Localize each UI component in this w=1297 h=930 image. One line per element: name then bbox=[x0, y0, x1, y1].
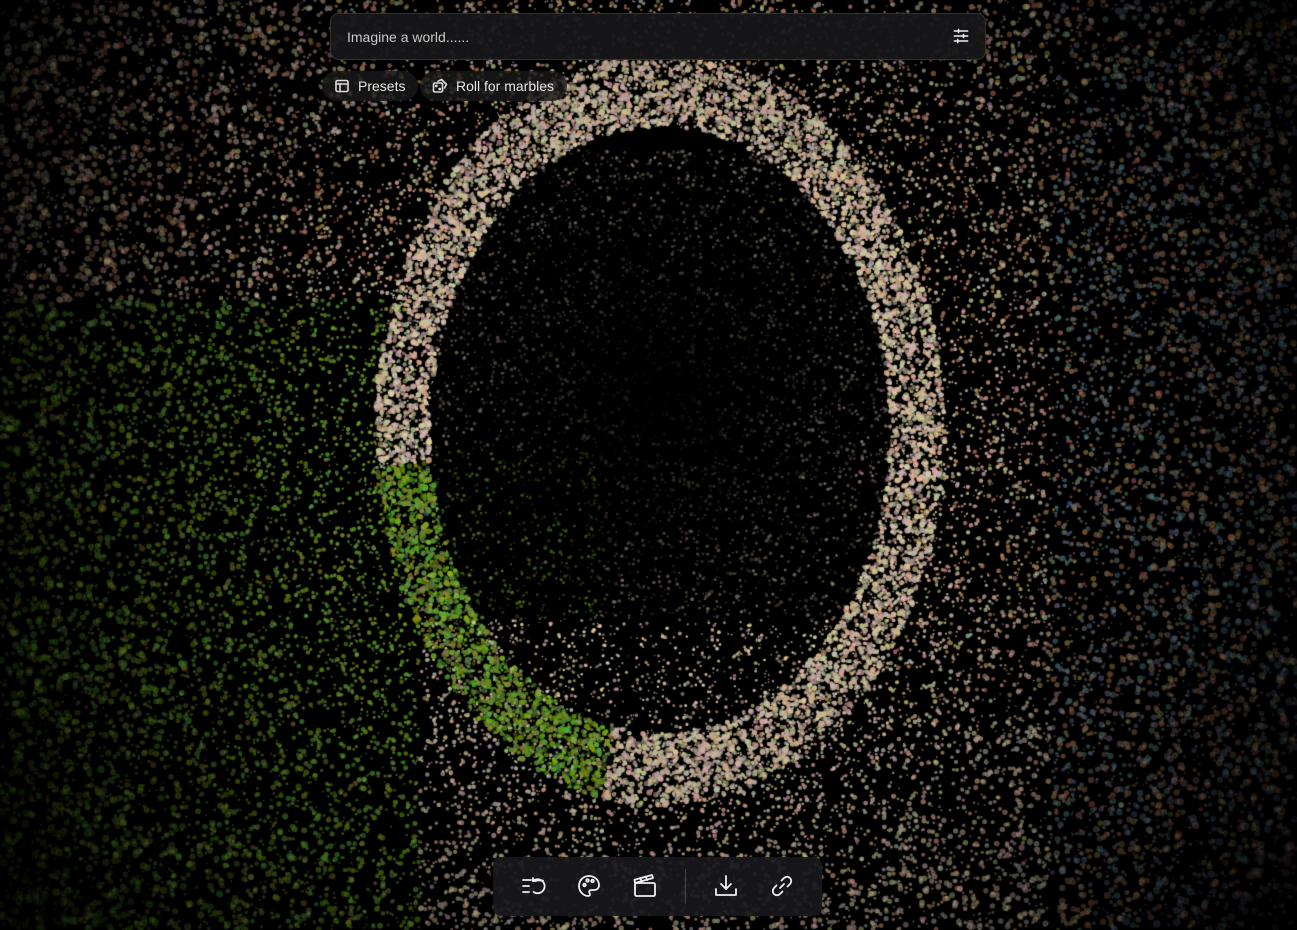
link-icon bbox=[771, 875, 793, 897]
layout-panel-icon bbox=[334, 78, 350, 94]
roll-for-marbles-label: Roll for marbles bbox=[456, 78, 555, 94]
history-button[interactable] bbox=[518, 871, 548, 901]
camera-path-button[interactable] bbox=[630, 871, 660, 901]
prompt-settings-button[interactable] bbox=[951, 26, 971, 46]
roll-for-marbles-button[interactable]: Roll for marbles bbox=[420, 71, 567, 101]
sliders-icon bbox=[953, 28, 969, 44]
presets-button[interactable]: Presets bbox=[322, 71, 418, 101]
prompt-input[interactable] bbox=[331, 14, 931, 59]
bottom-toolbar bbox=[493, 857, 822, 916]
history-icon bbox=[522, 877, 546, 895]
clapperboard-icon bbox=[633, 874, 656, 897]
palette-icon bbox=[578, 875, 600, 897]
toolbar-divider bbox=[685, 869, 686, 904]
prompt-bar bbox=[330, 13, 986, 60]
presets-label: Presets bbox=[358, 78, 406, 94]
dice-icon bbox=[432, 78, 448, 94]
world-viewport[interactable]: Presets Roll for marbles bbox=[0, 0, 1297, 930]
download-button[interactable] bbox=[711, 871, 741, 901]
point-cloud-scene[interactable] bbox=[0, 0, 1297, 930]
download-icon bbox=[715, 875, 737, 896]
style-palette-button[interactable] bbox=[574, 871, 604, 901]
copy-link-button[interactable] bbox=[767, 871, 797, 901]
